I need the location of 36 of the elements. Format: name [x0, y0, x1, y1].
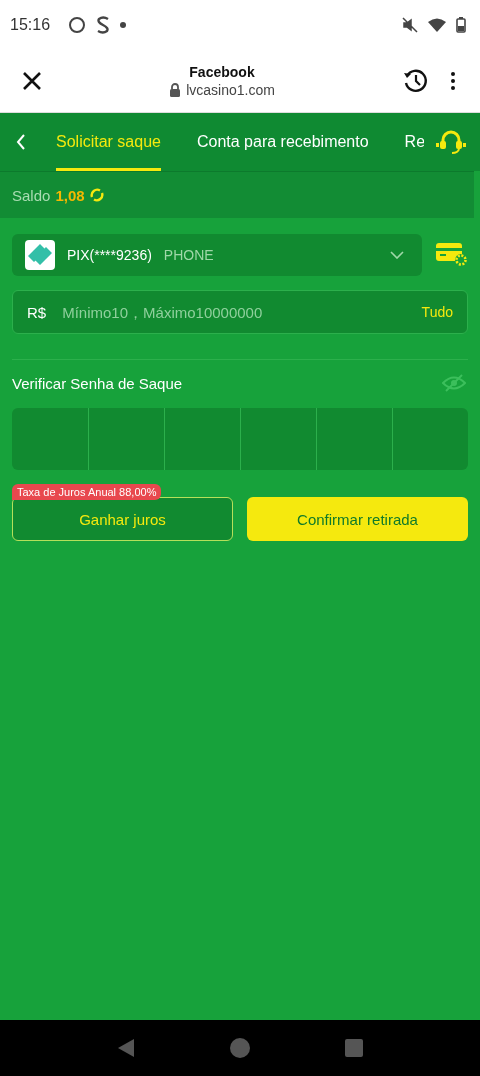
headset-icon[interactable]	[436, 129, 466, 155]
balance-label: Saldo	[12, 186, 51, 204]
page-title: Facebook	[189, 64, 255, 80]
account-name: PIX(****9236)	[67, 247, 152, 263]
refresh-icon[interactable]	[89, 188, 104, 202]
pin-field[interactable]	[12, 408, 468, 470]
interest-button[interactable]: Ganhar juros	[12, 497, 233, 541]
home-icon[interactable]	[230, 1038, 250, 1058]
interest-badge: Taxa de Juros Anual 88,00%	[12, 484, 162, 500]
account-select[interactable]: PIX(****9236) PHONE	[12, 234, 422, 276]
close-icon[interactable]	[22, 71, 42, 91]
page-url: lvcasino1.com	[186, 82, 275, 98]
mute-icon	[402, 17, 418, 33]
dot-icon	[120, 22, 127, 28]
wifi-icon	[428, 18, 446, 32]
back-nav-icon[interactable]	[117, 1038, 136, 1058]
account-type: PHONE	[163, 247, 214, 263]
tab[interactable]: Conta para recebimento	[196, 113, 369, 171]
card-settings-icon[interactable]	[436, 243, 468, 267]
more-icon[interactable]	[450, 72, 456, 90]
history-icon[interactable]	[402, 67, 430, 95]
balance-amount: 1,08	[55, 186, 85, 204]
battery-icon	[456, 17, 466, 33]
chevron-down-icon	[390, 251, 404, 259]
password-label: Verificar Senha de Saque	[12, 374, 183, 392]
all-button[interactable]: Tudo	[421, 304, 453, 320]
lock-icon	[169, 83, 182, 97]
confirm-button[interactable]: Confirmar retirada	[247, 497, 468, 541]
pix-icon	[25, 240, 55, 270]
status-time: 15:16	[10, 16, 51, 34]
tab[interactable]: Re	[404, 113, 424, 171]
recents-icon[interactable]	[344, 1039, 363, 1057]
s-logo-icon	[96, 16, 111, 34]
currency-label: R$	[27, 303, 47, 321]
amount-field[interactable]: R$ Mínimo10，Máximo10000000 Tudo	[12, 290, 468, 334]
back-icon[interactable]	[16, 134, 26, 150]
